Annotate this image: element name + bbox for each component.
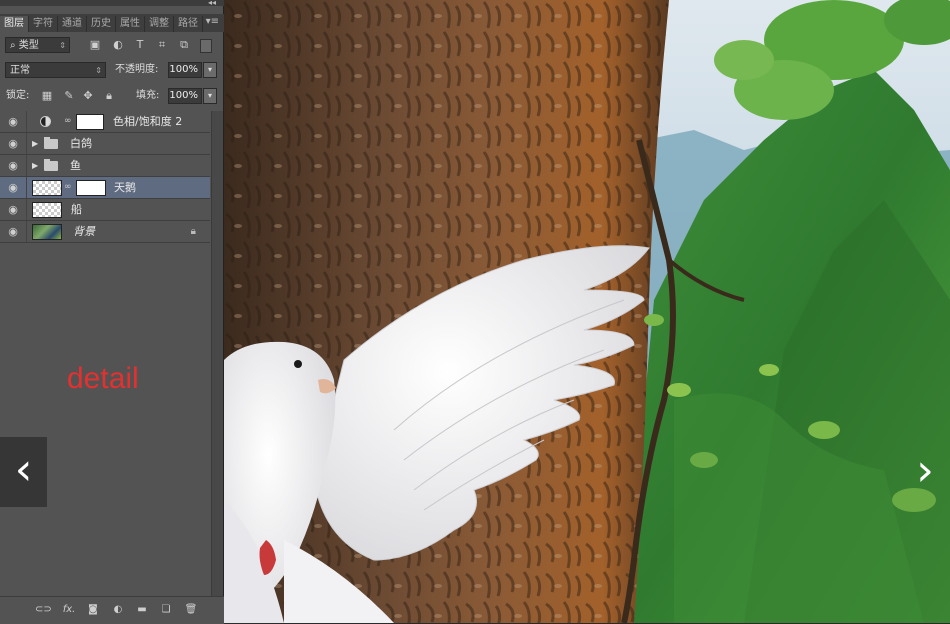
layer-row-selected[interactable]: ◉ ∞ 天鹅 <box>0 177 210 199</box>
next-arrow-button[interactable]: › <box>905 440 945 504</box>
divider <box>26 111 27 132</box>
document-canvas[interactable] <box>224 0 950 623</box>
canvas-image <box>224 0 950 623</box>
opacity-input[interactable]: 100% <box>168 62 202 78</box>
trash-icon[interactable]: 🗑︎ <box>184 603 198 617</box>
folder-icon <box>44 137 58 149</box>
eye-icon[interactable]: ◉ <box>6 159 20 173</box>
type-filter-icon[interactable]: T <box>133 38 147 52</box>
filter-row: ⌕ 类型 ⇕ ▣ ◐ T ⌗ ⧉ <box>0 36 224 58</box>
chevron-down-icon: ⇕ <box>59 41 66 50</box>
lock-transparent-icon[interactable]: ▦ <box>40 89 54 103</box>
fill-input[interactable]: 100% <box>168 88 202 104</box>
fill-slider-toggle[interactable]: ▾ <box>203 88 217 104</box>
layers-scrollbar[interactable] <box>211 111 223 596</box>
tab-history[interactable]: 历史 <box>87 16 116 32</box>
filter-toggle[interactable] <box>200 39 212 53</box>
layer-name: 船 <box>71 203 82 216</box>
search-icon: ⌕ <box>10 40 19 51</box>
smart-object-filter-icon[interactable]: ⧉ <box>177 38 191 52</box>
tab-properties[interactable]: 属性 <box>116 16 145 32</box>
layer-row[interactable]: ◉ 船 <box>0 199 210 221</box>
detail-label: detail <box>67 362 139 395</box>
blend-row: 正常 ⇕ 不透明度: 100% ▾ <box>0 62 224 84</box>
eye-icon[interactable]: ◉ <box>6 181 20 195</box>
layer-name: 天鹅 <box>114 181 136 194</box>
lock-icon: 🔒︎ <box>190 226 196 237</box>
shape-filter-icon[interactable]: ⌗ <box>155 38 169 52</box>
new-adjustment-icon[interactable]: ◐ <box>111 603 125 617</box>
layer-name: 色相/饱和度 2 <box>113 115 183 128</box>
new-group-icon[interactable]: ▬ <box>135 603 149 617</box>
divider <box>26 177 27 198</box>
divider <box>26 199 27 220</box>
lock-brush-icon[interactable]: ✎ <box>62 89 76 103</box>
chain-link-icon[interactable]: ∞ <box>64 111 72 132</box>
layers-panel: ◂◂ 图层 字符 通道 历史 属性 调整 路径 ▾≡ ⌕ 类型 ⇕ ▣ ◐ T … <box>0 0 224 624</box>
tab-paths[interactable]: 路径 <box>174 16 203 32</box>
layer-mask-thumbnail[interactable] <box>76 114 104 130</box>
chevron-down-icon: ⇕ <box>95 66 102 75</box>
lock-label: 锁定: <box>6 90 30 101</box>
layer-thumbnail[interactable] <box>32 180 62 196</box>
new-layer-icon[interactable]: ❏ <box>159 603 173 617</box>
layers-bottom-bar: ⊂⊃ fx. ◙ ◐ ▬ ❏ 🗑︎ <box>0 596 224 624</box>
layer-row[interactable]: ◉ 背景 🔒︎ <box>0 221 210 243</box>
folder-icon <box>44 159 58 171</box>
eye-icon[interactable]: ◉ <box>6 203 20 217</box>
layer-filter-dropdown[interactable]: ⌕ 类型 ⇕ <box>5 37 70 53</box>
layer-name: 白鸽 <box>70 137 92 150</box>
divider <box>26 155 27 176</box>
tab-character[interactable]: 字符 <box>29 16 58 32</box>
eye-icon[interactable]: ◉ <box>6 115 20 129</box>
expand-arrow-icon[interactable]: ▶ <box>32 155 38 176</box>
layer-thumbnail[interactable] <box>32 202 62 218</box>
blend-mode-value: 正常 <box>10 65 30 76</box>
opacity-label: 不透明度: <box>115 64 159 75</box>
link-layers-icon[interactable]: ⊂⊃ <box>35 603 52 617</box>
eye-icon[interactable]: ◉ <box>6 225 20 239</box>
lock-row: 锁定: ▦ ✎ ✥ 🔒︎ 填充: 100% ▾ <box>0 88 224 110</box>
eye-icon[interactable]: ◉ <box>6 137 20 151</box>
fx-icon[interactable]: fx. <box>62 603 76 617</box>
blend-mode-dropdown[interactable]: 正常 ⇕ <box>5 62 106 78</box>
tab-layers[interactable]: 图层 <box>0 16 29 32</box>
adjustment-layer-icon <box>40 116 51 127</box>
layer-filter-label: 类型 <box>18 40 39 51</box>
layer-mask-thumbnail[interactable] <box>76 180 106 196</box>
divider <box>26 221 27 242</box>
pixel-filter-icon[interactable]: ▣ <box>88 38 102 52</box>
lock-all-icon[interactable]: 🔒︎ <box>102 89 116 103</box>
layer-row[interactable]: ◉ ▶ 鱼 <box>0 155 210 177</box>
expand-arrow-icon[interactable]: ▶ <box>32 133 38 154</box>
panel-tabs: 图层 字符 通道 历史 属性 调整 路径 ▾≡ <box>0 14 224 32</box>
panel-menu-icon[interactable]: ▾≡ <box>206 16 219 27</box>
lock-move-icon[interactable]: ✥ <box>81 89 95 103</box>
chain-link-icon[interactable]: ∞ <box>64 177 72 198</box>
fill-label: 填充: <box>136 90 160 101</box>
panel-top-bar: ◂◂ <box>0 0 224 7</box>
adjustment-filter-icon[interactable]: ◐ <box>111 38 125 52</box>
divider <box>26 133 27 154</box>
layer-name: 鱼 <box>70 159 81 172</box>
add-mask-icon[interactable]: ◙ <box>86 603 100 617</box>
prev-arrow-button[interactable]: ‹ <box>0 437 47 507</box>
collapse-panel-icon[interactable]: ◂◂ <box>208 0 216 7</box>
opacity-slider-toggle[interactable]: ▾ <box>203 62 217 78</box>
layer-row[interactable]: ◉ ∞ 色相/饱和度 2 <box>0 111 210 133</box>
tab-channels[interactable]: 通道 <box>58 16 87 32</box>
layer-name: 背景 <box>73 225 95 238</box>
tab-adjustments[interactable]: 调整 <box>145 16 174 32</box>
layer-thumbnail[interactable] <box>32 224 62 240</box>
layers-list: ◉ ∞ 色相/饱和度 2 ◉ ▶ 白鸽 ◉ ▶ 鱼 ◉ ∞ 天鹅 ◉ 船 ◉ 背… <box>0 111 210 243</box>
layer-row[interactable]: ◉ ▶ 白鸽 <box>0 133 210 155</box>
